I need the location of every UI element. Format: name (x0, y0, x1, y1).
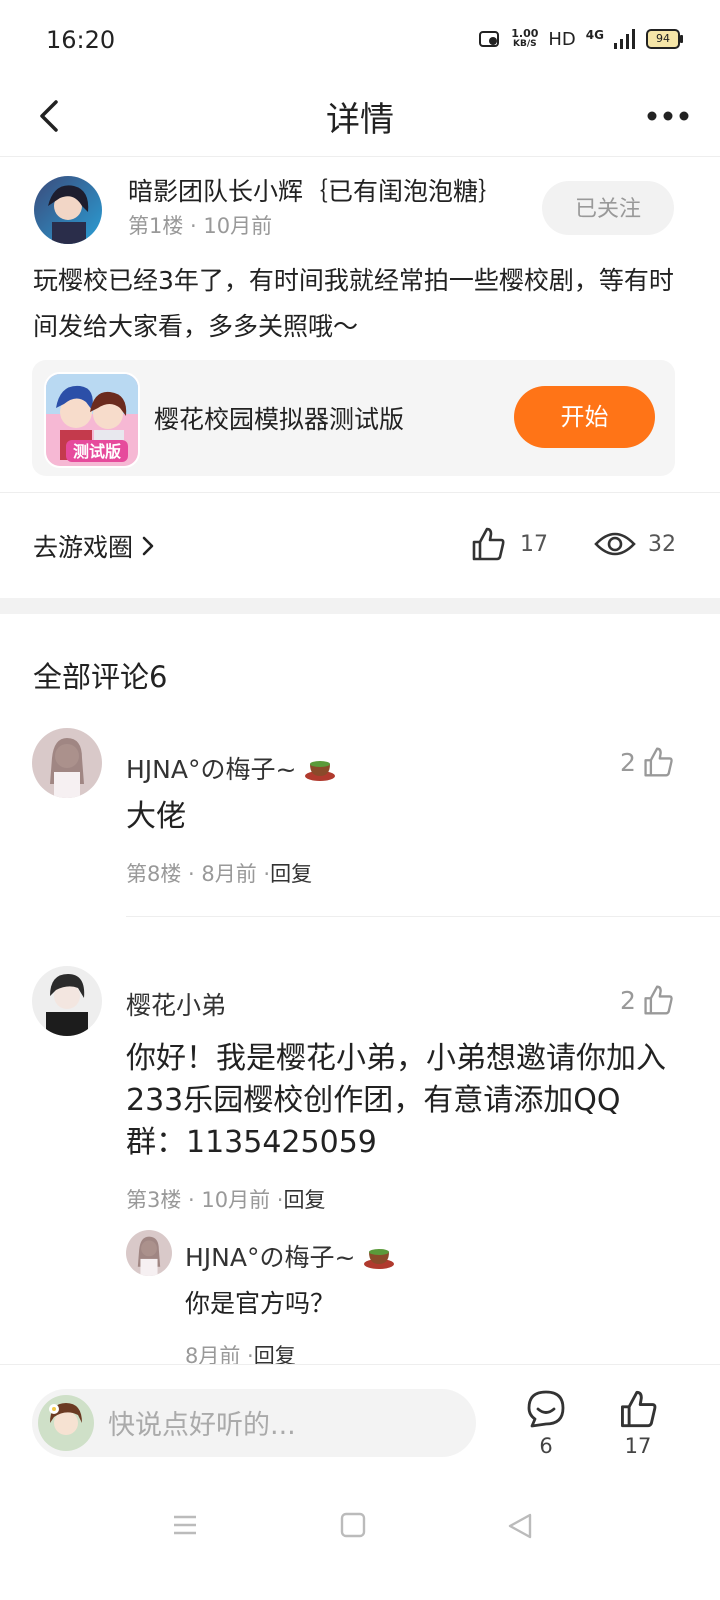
back-triangle-icon (508, 1513, 532, 1539)
tea-cup-icon (305, 761, 336, 781)
comment-input-placeholder: 快说点好听的... (108, 1410, 296, 1441)
reply-avatar-image (126, 1230, 172, 1276)
comment-meta-text: 第3楼 · 10月前 · (126, 1188, 284, 1212)
post-view-count-group: 32 (594, 526, 676, 562)
more-dots-icon (647, 111, 689, 121)
goto-label: 去游戏圈 (33, 533, 134, 562)
menu-icon (174, 1515, 196, 1535)
comments-title: 全部评论6 (33, 660, 168, 694)
page-title: 详情 (326, 100, 394, 140)
thumb-up-icon (621, 1390, 657, 1428)
my-avatar (38, 1395, 94, 1451)
reply-author-name: HJNA°の梅子~ (185, 1243, 356, 1272)
reply-button[interactable]: 回复 (270, 862, 312, 886)
comment-divider (126, 916, 720, 917)
game-card[interactable]: 测试版 樱花校园模拟器测试版 开始 (32, 360, 675, 476)
comment-like-button[interactable]: 2 (620, 984, 674, 1016)
comment-author-name[interactable]: 樱花小弟 (126, 986, 226, 1022)
game-icon: 测试版 (44, 372, 140, 468)
more-button[interactable] (644, 96, 692, 136)
bottom-like-count: 17 (624, 1434, 652, 1458)
post-body: 玩樱校已经3年了，有时间我就经常拍一些樱校剧，等有时间发给大家看，多多关照哦～ (33, 266, 674, 341)
post-author-avatar[interactable] (34, 176, 102, 244)
commenter-avatar-image (32, 966, 102, 1036)
game-icon-badge: 测试版 (73, 442, 121, 461)
reply-avatar[interactable] (126, 1230, 172, 1276)
game-name: 樱花校园模拟器测试版 (154, 405, 405, 434)
status-bar: 16:20 1.00 KB/S HD 4G 94 (0, 0, 720, 80)
comment-avatar[interactable] (32, 966, 102, 1036)
comment-meta: 第8楼 · 8月前 ·回复 (126, 858, 312, 888)
reply-text: 你是官方吗？ (185, 1289, 336, 1318)
net-speed-unit: KB/S (513, 39, 537, 49)
bottom-action-bar: 快说点好听的... 6 17 (0, 1364, 720, 1475)
comment-meta-text: 第8楼 · 8月前 · (126, 862, 271, 886)
home-button[interactable] (340, 1512, 366, 1542)
comment-author[interactable]: HJNA°の梅子~ (126, 750, 336, 786)
thumb-up-icon (644, 747, 673, 777)
comment-author-name: HJNA°の梅子~ (126, 755, 297, 784)
follow-button[interactable]: 已关注 (542, 181, 674, 235)
post-author-name[interactable]: 暗影团队长小辉｛已有闺泡泡糖｝ (128, 172, 503, 208)
post-like-button[interactable]: 17 (470, 526, 548, 562)
commenter-avatar-image (32, 728, 102, 798)
divider (0, 492, 720, 493)
tea-cup-icon (364, 1249, 395, 1269)
comment-input[interactable]: 快说点好听的... (32, 1389, 476, 1457)
post-meta: 第1楼 · 10月前 (128, 214, 273, 238)
back-arrow-icon (40, 100, 58, 132)
post-like-count: 17 (520, 531, 548, 557)
reply-button[interactable]: 回复 (283, 1188, 325, 1212)
chat-bubble-icon (527, 1390, 565, 1428)
battery-icon: 94 (646, 29, 683, 49)
reply-author[interactable]: HJNA°の梅子~ (185, 1238, 395, 1274)
top-header: 详情 (0, 80, 720, 157)
notification-icon (479, 31, 500, 47)
comment-like-count: 2 (620, 747, 636, 777)
thumb-up-icon (644, 985, 673, 1015)
chevron-right-icon (142, 536, 154, 556)
net-speed-value: 1.00 (511, 27, 539, 40)
net-speed: 1.00 KB/S (511, 28, 538, 50)
system-back-button[interactable] (506, 1512, 534, 1544)
comment-text: 你好！我是樱花小弟，小弟想邀请你加入233乐园樱校创作团，有意请添加QQ群：11… (126, 1041, 666, 1160)
section-separator (0, 598, 720, 614)
comment-meta: 第3楼 · 10月前 ·回复 (126, 1184, 325, 1214)
comment-like-count: 2 (620, 985, 636, 1015)
signal-icon (614, 29, 635, 49)
comment-like-button[interactable]: 2 (620, 746, 674, 778)
comments-count: 6 (539, 1434, 553, 1458)
network-label: 4G (585, 28, 604, 42)
comment-text: 大佬 (126, 799, 186, 834)
back-button[interactable] (28, 94, 72, 138)
post-view-count: 32 (648, 531, 676, 557)
comments-button[interactable]: 6 (520, 1389, 572, 1458)
goto-game-circle-link[interactable]: 去游戏圈 (33, 528, 157, 564)
status-icons: 1.00 KB/S HD 4G 94 (479, 28, 683, 50)
author-avatar-image (34, 176, 102, 244)
eye-icon (594, 532, 636, 556)
home-square-icon (340, 1512, 366, 1538)
game-icon-image: 测试版 (46, 374, 138, 466)
bottom-like-button[interactable]: 17 (612, 1389, 664, 1458)
status-time: 16:20 (46, 26, 116, 54)
hd-label: HD (548, 28, 576, 50)
start-game-button[interactable]: 开始 (514, 386, 655, 448)
recent-apps-button[interactable] (172, 1512, 198, 1542)
comment-avatar[interactable] (32, 728, 102, 798)
thumb-up-icon (472, 527, 505, 561)
my-avatar-image (38, 1395, 94, 1451)
system-nav-bar (0, 1490, 720, 1600)
